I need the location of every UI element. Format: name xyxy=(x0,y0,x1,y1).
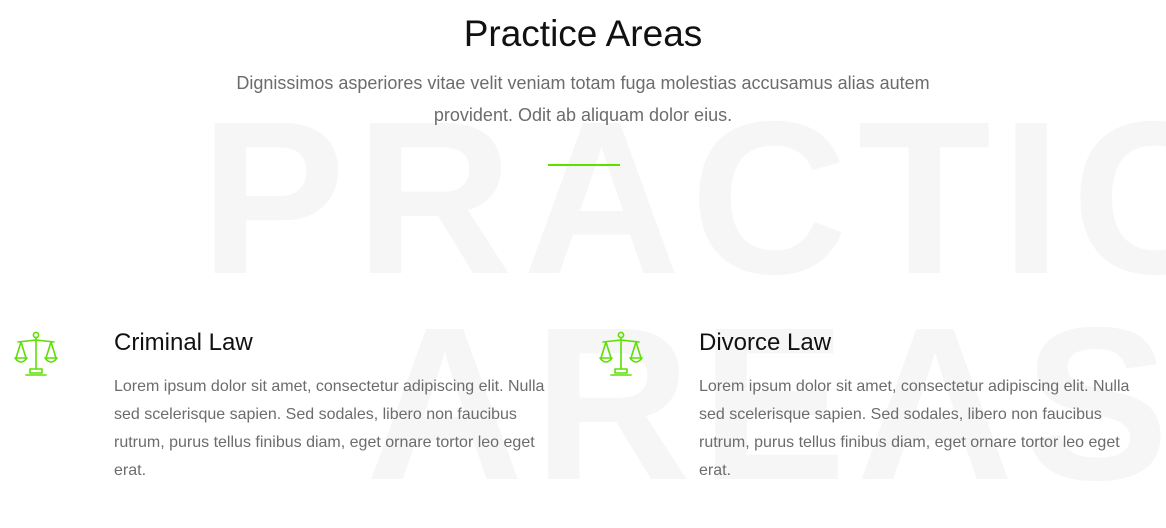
section-header: Practice Areas Dignissimos asperiores vi… xyxy=(0,0,1166,131)
practice-card-title[interactable]: Divorce Law xyxy=(699,326,1139,360)
practice-card-body: Criminal Law Lorem ipsum dolor sit amet,… xyxy=(114,326,554,485)
scales-of-justice-icon xyxy=(14,330,58,378)
accent-divider xyxy=(548,164,620,166)
section-subtitle: Dignissimos asperiores vitae velit venia… xyxy=(236,73,930,125)
practice-card-body: Divorce Law Lorem ipsum dolor sit amet, … xyxy=(699,326,1139,485)
practice-areas-section: PRACTICE AREAS Practice Areas Dignissimo… xyxy=(0,0,1166,528)
practice-card-description: Lorem ipsum dolor sit amet, consectetur … xyxy=(699,378,1130,479)
practice-card-title[interactable]: Criminal Law xyxy=(114,326,554,360)
practice-card-description: Lorem ipsum dolor sit amet, consectetur … xyxy=(114,378,545,479)
section-title: Practice Areas xyxy=(463,13,703,54)
scales-of-justice-icon xyxy=(599,330,643,378)
